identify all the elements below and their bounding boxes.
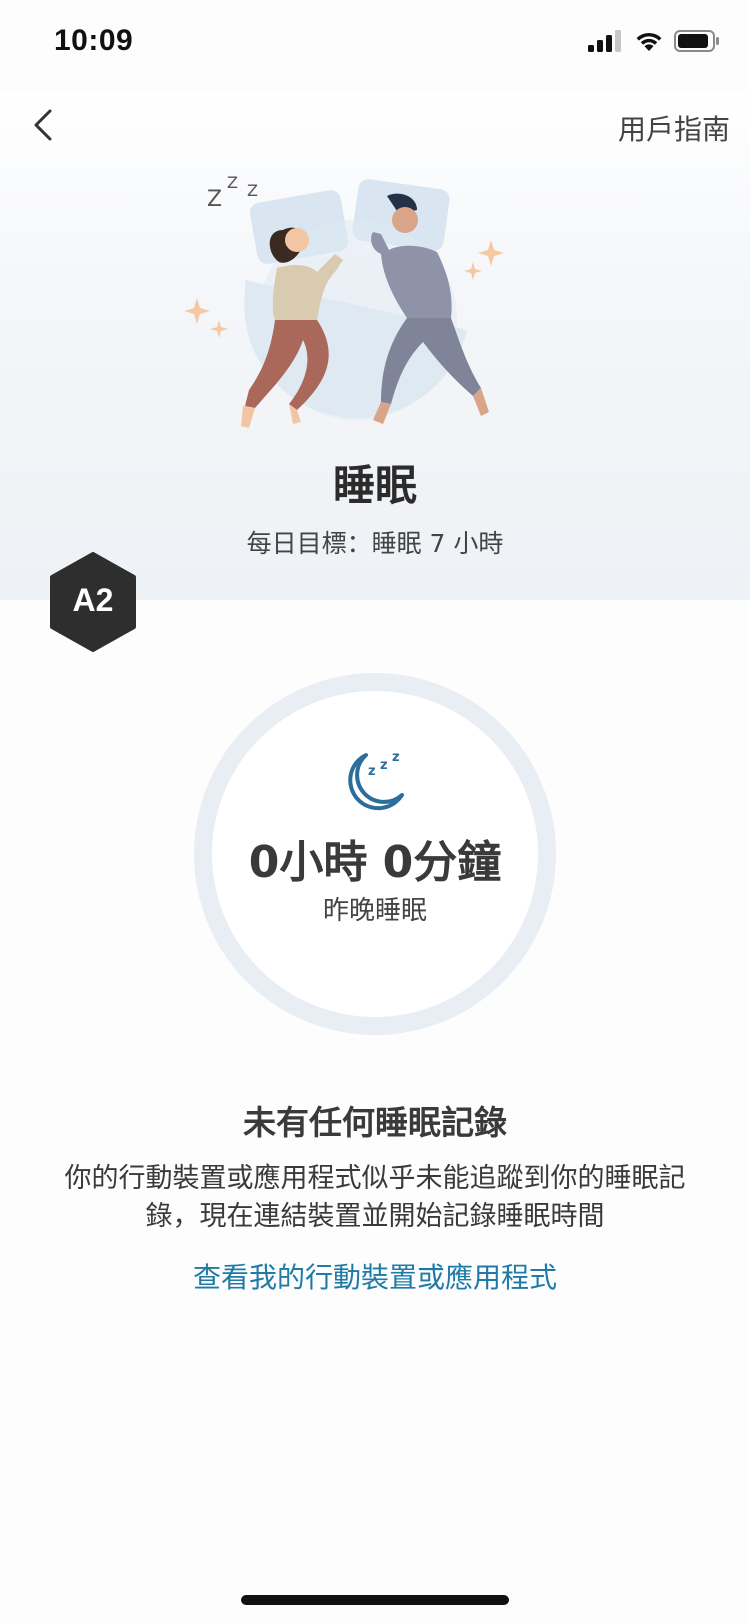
badge-text: A2 xyxy=(72,582,114,618)
chevron-left-icon xyxy=(34,109,52,141)
page-title: 睡眠 xyxy=(332,461,417,510)
empty-state-title: 未有任何睡眠記錄 xyxy=(243,1103,507,1142)
empty-state-description: 你的行動裝置或應用程式似乎未能追蹤到你的睡眠記錄，現在連結裝置並開始記錄睡眠時間 xyxy=(64,1163,686,1232)
signal-icon xyxy=(588,30,621,52)
sleep-duration-value: 0小時 0分鐘 xyxy=(248,837,502,888)
wifi-icon xyxy=(636,32,662,51)
status-bar: 10:09 xyxy=(0,0,750,90)
svg-text:z: z xyxy=(368,764,376,779)
moon-zzz-icon: z z z xyxy=(348,750,404,811)
user-guide-link[interactable]: 用戶指南 xyxy=(618,108,730,148)
accessibility-badge[interactable]: A2 xyxy=(48,552,138,652)
home-indicator[interactable] xyxy=(241,1595,509,1605)
status-icons xyxy=(588,30,720,52)
svg-text:z: z xyxy=(380,758,388,773)
status-time: 10:09 xyxy=(54,24,134,57)
svg-text:Z: Z xyxy=(207,187,222,212)
back-button[interactable] xyxy=(18,100,68,150)
svg-text:z: z xyxy=(392,750,400,765)
svg-text:Z: Z xyxy=(227,173,238,192)
view-devices-link[interactable]: 查看我的行動裝置或應用程式 xyxy=(0,1256,750,1296)
sleeping-couple-illustration: Z Z Z xyxy=(185,173,504,428)
battery-icon xyxy=(674,30,719,52)
svg-text:Z: Z xyxy=(247,181,258,200)
sleep-duration-label: 昨晚睡眠 xyxy=(322,896,427,926)
